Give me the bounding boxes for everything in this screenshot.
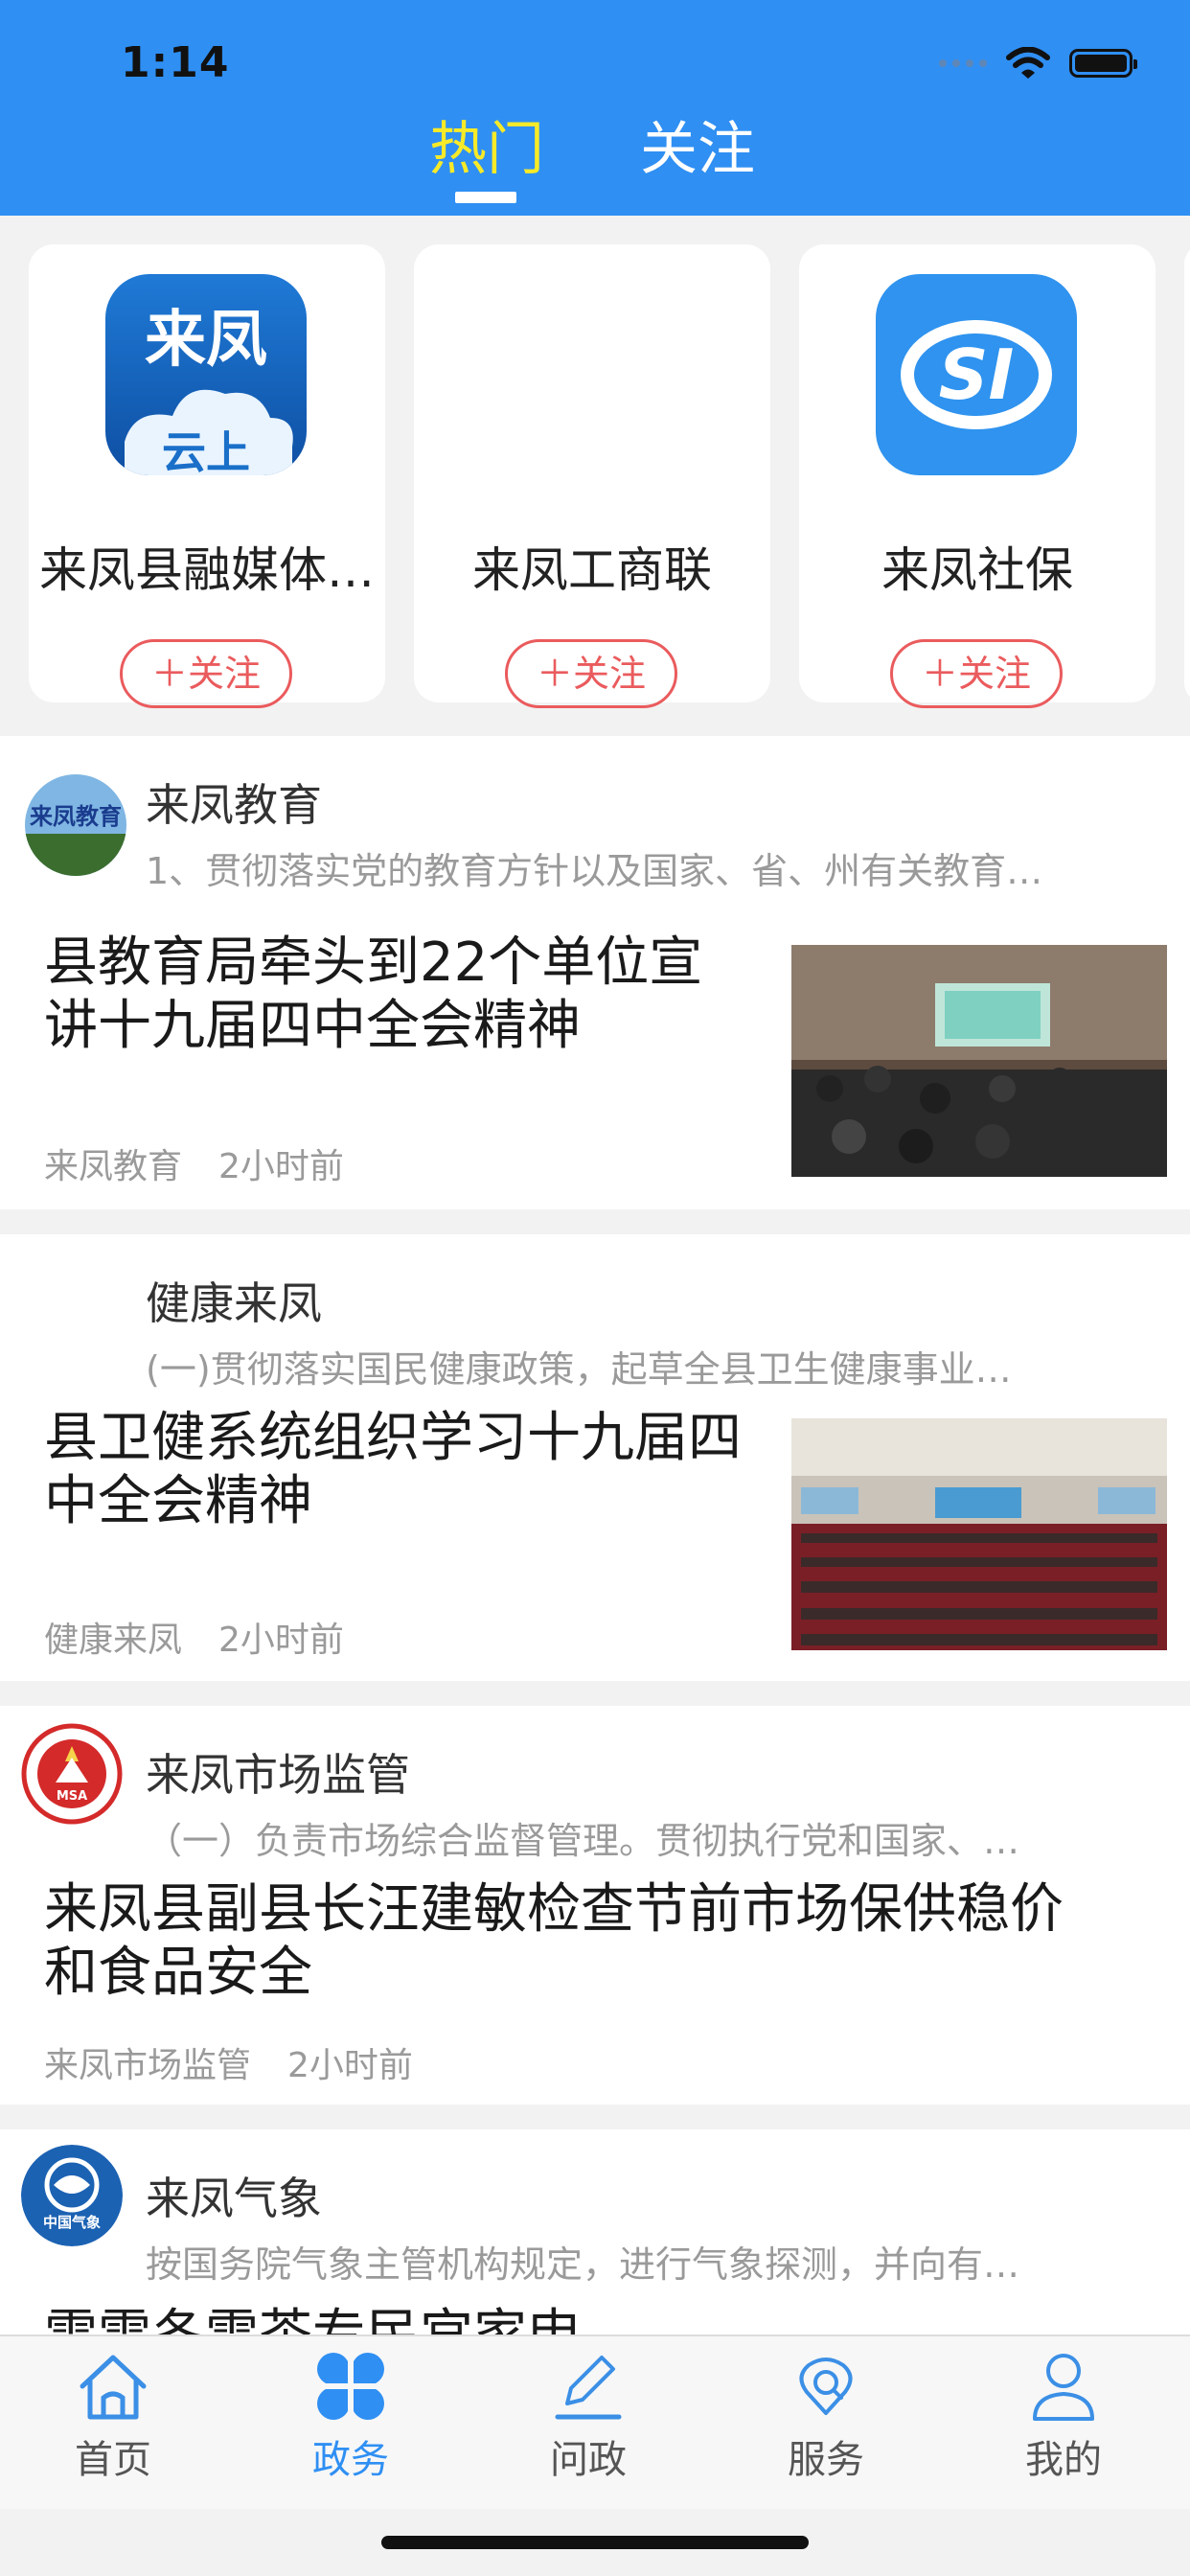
tabbar-home[interactable]: 首页 <box>36 2350 190 2494</box>
app-header: 1:14 热门 关注 <box>0 0 1190 216</box>
article-source: 来凤市场监管 <box>44 2046 252 2085</box>
service-icon <box>799 2358 853 2415</box>
article-headline[interactable]: 县卫健系统组织学习十九届四 中全会精神 <box>44 1407 742 1533</box>
tabbar-mine[interactable]: 我的 <box>987 2350 1140 2494</box>
laifeng-cloud-logo: 来凤 云上 <box>105 274 307 475</box>
tabbar-label: 问政 <box>550 2438 627 2482</box>
recommended-accounts: 来凤 云上 来凤县融媒体… ＋关注 来凤工商联 ＋关注 SI 来凤社保 ＋关注 <box>0 216 1190 733</box>
article-thumbnail[interactable] <box>791 945 1167 1177</box>
source-description: 1、贯彻落实党的教育方针以及国家、省、州有关教育… <box>146 850 1043 892</box>
article-meta: 来凤教育 2小时前 <box>44 1138 344 1188</box>
tabbar-label: 首页 <box>75 2438 151 2482</box>
article-source: 来凤教育 <box>44 1147 183 1186</box>
feed-item[interactable]: 健康来凤 (一)贯彻落实国民健康政策，起草全县卫生健康事业… 县卫健系统组织学习… <box>0 1234 1190 1681</box>
source-avatar[interactable]: 中国气象 <box>21 2145 123 2246</box>
source-avatar[interactable]: 来凤教育 <box>25 774 126 876</box>
tabbar-government[interactable]: 政务 <box>274 2350 427 2494</box>
recommended-card-media-center[interactable]: 来凤 云上 来凤县融媒体… ＋关注 <box>29 244 385 708</box>
svg-text:SI: SI <box>939 334 1015 415</box>
article-source: 健康来凤 <box>44 1621 183 1660</box>
status-time: 1:14 <box>121 38 230 87</box>
bottom-tab-bar: 首页 政务 问政 服务 我的 <box>0 2334 1190 2509</box>
recommended-name: 来凤社保 <box>881 542 1073 598</box>
follow-button[interactable]: ＋关注 <box>890 639 1063 708</box>
home-icon <box>80 2355 147 2420</box>
tabbar-label: 服务 <box>788 2438 864 2482</box>
source-name[interactable]: 来凤气象 <box>146 2164 322 2227</box>
article-meta: 健康来凤 2小时前 <box>44 1612 344 1662</box>
svg-text:来凤教育: 来凤教育 <box>30 803 122 830</box>
tabbar-service[interactable]: 服务 <box>749 2350 903 2494</box>
cellular-signal-icon <box>939 59 987 67</box>
source-name[interactable]: 健康来凤 <box>146 1269 322 1332</box>
recommended-card-social-security[interactable]: SI 来凤社保 ＋关注 <box>799 244 1156 708</box>
svg-text:MSA: MSA <box>57 1789 87 1804</box>
recommended-card-next[interactable] <box>1184 244 1190 702</box>
feed-item[interactable]: 中国气象 来凤气象 按国务院气象主管机构规定，进行气象探测，并向有… 雷雷冬雪茶… <box>0 2129 1190 2340</box>
feed-item[interactable]: MSA 来凤市场监管 （一）负责市场综合监督管理。贯彻执行党和国家、… 来凤县副… <box>0 1706 1190 2104</box>
tab-hot[interactable]: 热门 <box>429 113 544 186</box>
source-description: 按国务院气象主管机构规定，进行气象探测，并向有… <box>146 2243 1020 2286</box>
tabbar-label: 我的 <box>1025 2438 1102 2482</box>
status-icons <box>939 44 1137 82</box>
source-name[interactable]: 来凤市场监管 <box>146 1740 410 1804</box>
article-meta: 来凤市场监管 2小时前 <box>44 2037 413 2087</box>
source-name[interactable]: 来凤教育 <box>146 770 322 834</box>
article-thumbnail[interactable] <box>791 1418 1167 1650</box>
article-time: 2小时前 <box>218 1147 344 1186</box>
active-tab-indicator <box>455 192 516 203</box>
follow-button[interactable]: ＋关注 <box>120 639 292 708</box>
tabbar-inquiry[interactable]: 问政 <box>512 2350 665 2494</box>
recommended-name: 来凤县融媒体… <box>39 542 375 598</box>
svg-text:云上: 云上 <box>162 426 250 475</box>
article-headline[interactable]: 县教育局牵头到22个单位宣 讲十九届四中全会精神 <box>44 932 702 1058</box>
wifi-icon <box>1006 47 1050 79</box>
battery-icon <box>1069 49 1137 78</box>
follow-button[interactable]: ＋关注 <box>505 639 677 708</box>
source-avatar[interactable]: MSA <box>21 1723 123 1825</box>
top-tabs: 热门 关注 <box>0 113 1190 209</box>
source-description: （一）负责市场综合监督管理。贯彻执行党和国家、… <box>146 1820 1020 1862</box>
article-time: 2小时前 <box>287 2046 413 2085</box>
pencil-icon <box>555 2356 622 2420</box>
tab-follow[interactable]: 关注 <box>640 113 755 186</box>
social-security-logo: SI <box>876 274 1077 475</box>
home-indicator[interactable] <box>381 2536 809 2549</box>
article-headline[interactable]: 来凤县副县长汪建敏检查节前市场保供稳价 和食品安全 <box>44 1878 1156 2005</box>
government-icon <box>317 2353 384 2420</box>
svg-text:中国气象: 中国气象 <box>43 2214 101 2231</box>
tabbar-label: 政务 <box>312 2438 389 2482</box>
svg-text:来凤: 来凤 <box>145 305 267 376</box>
recommended-card-commerce[interactable]: 来凤工商联 ＋关注 <box>414 244 770 708</box>
person-icon <box>1033 2354 1094 2421</box>
feed-item[interactable]: 来凤教育 来凤教育 1、贯彻落实党的教育方针以及国家、省、州有关教育… 县教育局… <box>0 736 1190 1209</box>
article-time: 2小时前 <box>218 1621 344 1660</box>
recommended-name: 来凤工商联 <box>472 542 712 598</box>
source-description: (一)贯彻落实国民健康政策，起草全县卫生健康事业… <box>146 1348 1012 1391</box>
